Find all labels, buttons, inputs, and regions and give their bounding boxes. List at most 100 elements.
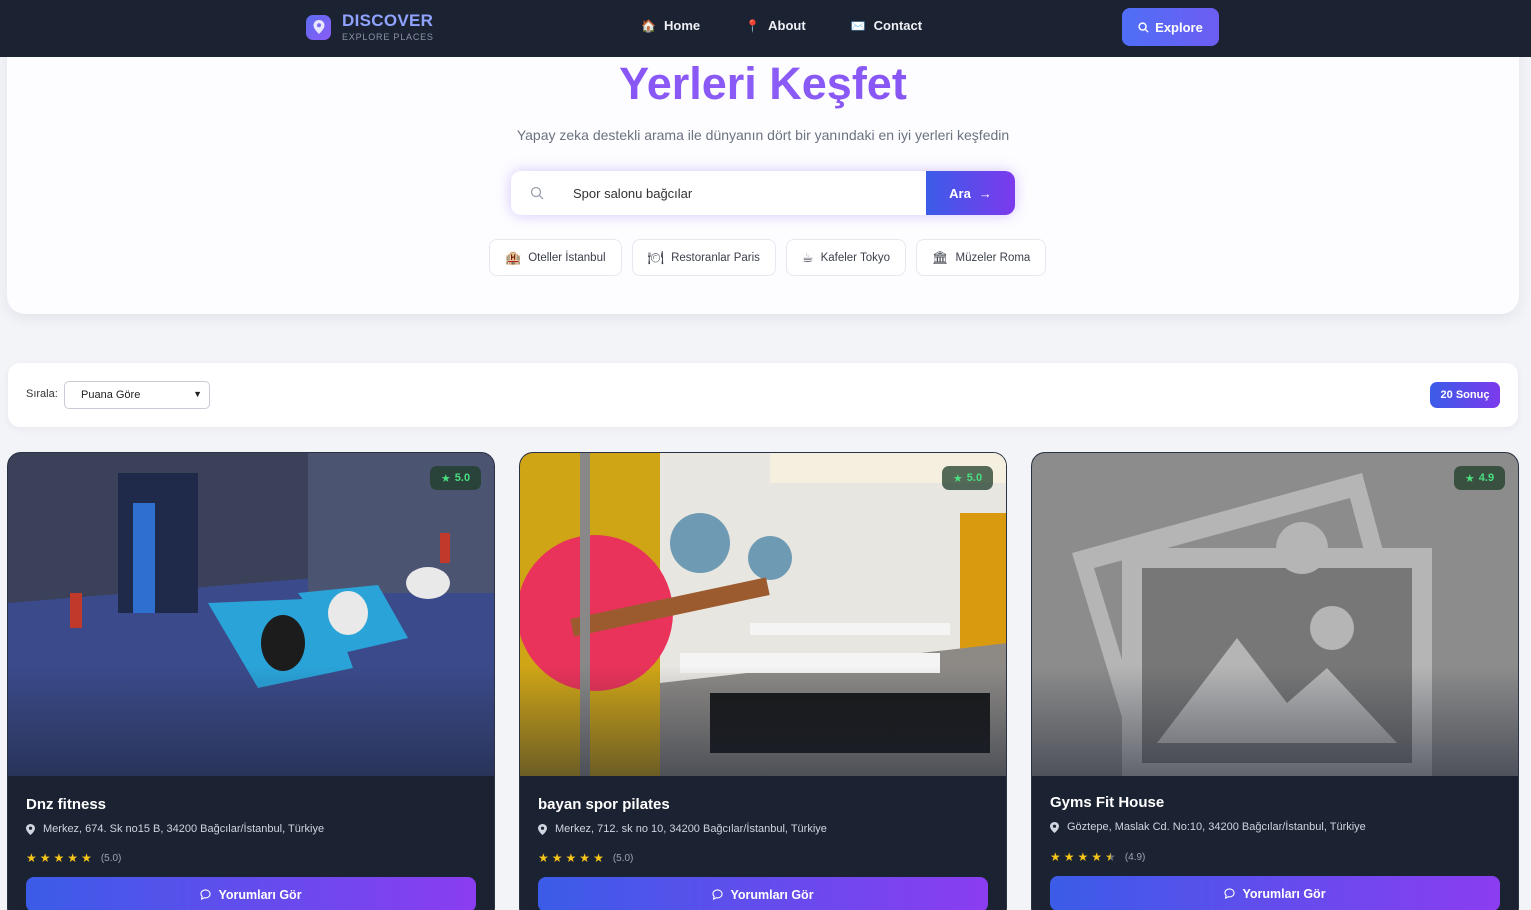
star-icon: ★ <box>53 851 65 865</box>
chat-bubble-icon <box>1224 888 1236 899</box>
sort-select[interactable]: Puana Göre ▼ <box>64 381 210 409</box>
chevron-down-icon: ▼ <box>193 389 202 399</box>
brand-title: DISCOVER <box>342 11 434 30</box>
sort-selected-value: Puana Göre <box>81 389 141 401</box>
rating-score: (5.0) <box>612 852 634 864</box>
map-pin-icon <box>306 14 331 40</box>
brand-subtitle: EXPLORE PLACES <box>342 32 434 42</box>
search-button-label: Ara <box>949 185 971 201</box>
location-pin-icon <box>1050 821 1059 833</box>
star-rating: ★ ★ ★ ★ ★ (5.0) <box>26 851 121 865</box>
rating-badge: ★ 5.0 <box>942 466 993 490</box>
nav-link-label: Contact <box>873 18 923 33</box>
location-pin-icon <box>538 823 547 835</box>
star-icon: ★ <box>1050 850 1061 864</box>
star-icon: ★ <box>538 851 549 865</box>
star-icon: ★ <box>952 472 963 485</box>
view-reviews-label: Yorumları Gör <box>730 887 814 902</box>
sort-label: Sırala: <box>26 388 58 400</box>
place-photo <box>520 453 1006 776</box>
star-icon: ★ <box>1077 850 1089 864</box>
star-icon: ★ <box>26 851 37 865</box>
view-reviews-button[interactable]: Yorumları Gör <box>26 877 476 910</box>
nav-link-label: About <box>768 18 806 33</box>
star-icon: ★ <box>81 851 92 865</box>
view-reviews-button[interactable]: Yorumları Gör <box>538 877 988 910</box>
rating-badge-value: 5.0 <box>966 472 983 484</box>
rating-badge: ★ 5.0 <box>430 466 481 490</box>
search-icon <box>1138 21 1149 33</box>
chip-label: Oteller İstanbul <box>528 251 606 264</box>
place-address-text: Merkez, 712. sk no 10, 34200 Bağcılar/İs… <box>555 823 827 835</box>
star-icon: ★ <box>579 851 591 865</box>
search-button[interactable]: Ara → <box>926 171 1015 215</box>
view-reviews-button[interactable]: Yorumları Gör <box>1050 876 1500 910</box>
star-icon: ★ <box>67 851 79 865</box>
star-icon: ★ <box>565 851 577 865</box>
plate-cutlery-icon: 🍽 <box>647 249 665 265</box>
hero-subtitle: Yapay zeka destekli arama ile dünyanın d… <box>516 127 1010 143</box>
result-count-badge: 20 Sonuç <box>1430 382 1500 408</box>
star-icon: ★ <box>440 472 451 485</box>
placeholder-image-icon <box>1032 453 1518 776</box>
place-name: bayan spor pilates <box>538 796 670 813</box>
nav-links: 🏠 Home 📍 About ✉️ Contact <box>641 18 967 33</box>
rating-badge: ★ 4.9 <box>1454 466 1505 490</box>
star-half-icon: ★ <box>1105 850 1116 864</box>
rating-badge-value: 5.0 <box>454 472 471 484</box>
star-icon: ★ <box>39 851 51 865</box>
hero-section: Yerleri Keşfet Yapay zeka destekli arama… <box>7 40 1519 314</box>
place-card[interactable]: ★ 4.9 Gyms Fit House Göztepe, Maslak Cd.… <box>1031 452 1519 910</box>
rating-badge-value: 4.9 <box>1478 472 1495 484</box>
search-input[interactable] <box>563 171 926 215</box>
nav-link-about[interactable]: 📍 About <box>745 18 806 33</box>
place-address: Merkez, 712. sk no 10, 34200 Bağcılar/İs… <box>538 823 827 835</box>
chip-label: Kafeler Tokyo <box>820 251 891 264</box>
top-navbar: DISCOVER EXPLORE PLACES 🏠 Home 📍 About ✉… <box>0 0 1531 57</box>
star-icon: ★ <box>551 851 563 865</box>
explore-button[interactable]: Explore <box>1122 8 1219 46</box>
place-address-text: Göztepe, Maslak Cd. No:10, 34200 Bağcıla… <box>1067 821 1366 833</box>
rating-score: (4.9) <box>1124 851 1146 863</box>
brand-logo-link[interactable]: DISCOVER EXPLORE PLACES <box>306 12 434 42</box>
museum-icon: 🏛 <box>932 249 949 265</box>
chip-label: Müzeler Roma <box>955 251 1031 264</box>
chip-museums-rome[interactable]: 🏛 Müzeler Roma <box>916 239 1047 276</box>
chip-cafes-tokyo[interactable]: ☕ Kafeler Tokyo <box>785 239 907 276</box>
chip-restaurants-paris[interactable]: 🍽 Restoranlar Paris <box>631 239 776 276</box>
place-card[interactable]: ★ 5.0 Dnz fitness Merkez, 674. Sk no15 B… <box>7 452 495 910</box>
sort-bar: Sırala: Puana Göre ▼ 20 Sonuç <box>8 363 1518 427</box>
search-bar: Ara → <box>511 171 1015 215</box>
coffee-icon: ☕ <box>801 249 814 265</box>
star-icon: ★ <box>593 851 604 865</box>
place-card[interactable]: ★ 5.0 bayan spor pilates Merkez, 712. sk… <box>519 452 1007 910</box>
chat-bubble-icon <box>200 889 212 900</box>
place-photo <box>8 453 494 776</box>
rating-score: (5.0) <box>100 852 122 864</box>
star-rating: ★ ★ ★ ★ ★ (5.0) <box>538 851 633 865</box>
nav-link-home[interactable]: 🏠 Home <box>641 18 700 33</box>
place-name: Dnz fitness <box>26 796 107 813</box>
location-pin-icon <box>26 823 35 835</box>
hero-title: Yerleri Keşfet <box>7 58 1519 110</box>
nav-link-contact[interactable]: ✉️ Contact <box>851 18 922 33</box>
place-address-text: Merkez, 674. Sk no15 B, 34200 Bağcılar/İ… <box>43 823 325 835</box>
chip-hotels-istanbul[interactable]: 🏨 Oteller İstanbul <box>489 239 622 276</box>
star-icon: ★ <box>1464 472 1475 485</box>
home-icon: 🏠 <box>641 18 656 33</box>
star-rating: ★ ★ ★ ★ ★ (4.9) <box>1050 850 1145 864</box>
hotel-icon: 🏨 <box>505 249 522 265</box>
star-icon: ★ <box>1091 850 1103 864</box>
nav-link-label: Home <box>664 18 701 33</box>
envelope-icon: ✉️ <box>850 18 866 33</box>
pushpin-icon: 📍 <box>745 18 761 33</box>
star-icon: ★ <box>1063 850 1075 864</box>
explore-button-label: Explore <box>1155 19 1203 35</box>
search-icon <box>511 171 563 215</box>
suggestion-chips: 🏨 Oteller İstanbul 🍽 Restoranlar Paris ☕… <box>489 239 1056 276</box>
view-reviews-label: Yorumları Gör <box>1242 886 1326 901</box>
arrow-right-icon: → <box>978 185 992 201</box>
place-address: Merkez, 674. Sk no15 B, 34200 Bağcılar/İ… <box>26 823 324 835</box>
chip-label: Restoranlar Paris <box>671 251 760 264</box>
chat-bubble-icon <box>712 889 724 900</box>
